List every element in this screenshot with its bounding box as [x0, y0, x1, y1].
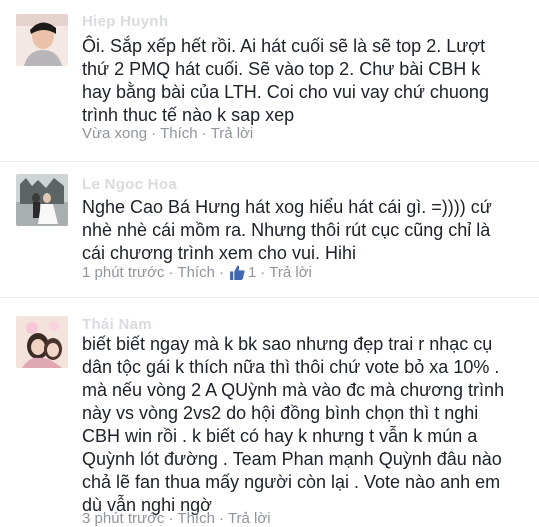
comment-timestamp[interactable]: 1 phút trước — [82, 264, 164, 281]
like-link[interactable]: Thích — [160, 125, 198, 142]
comment-actions: 1 phút trước · Thích · 1 · Trả lời — [82, 264, 312, 281]
comment-3: Thái Nam biết biết ngay mà k bk sao nhưn… — [0, 298, 539, 527]
comment-author[interactable]: Hiep Huynh — [82, 13, 168, 30]
comment-text: biết biết ngay mà k bk sao nhưng đẹp tra… — [82, 334, 505, 515]
comment-timestamp[interactable]: 3 phút trước — [82, 510, 164, 527]
comment-text: Ôi. Sắp xếp hết rồi. Ai hát cuối sẽ là s… — [82, 36, 489, 125]
comment-timestamp[interactable]: Vừa xong — [82, 125, 147, 142]
comment-2: Le Ngoc Hoa Nghe Cao Bá Hưng hát xog hiể… — [0, 162, 539, 298]
avatar[interactable] — [16, 316, 68, 368]
like-link[interactable]: Thích — [177, 264, 215, 281]
comment-author[interactable]: Le Ngoc Hoa — [82, 176, 177, 193]
reply-link[interactable]: Trả lời — [211, 125, 254, 142]
comment-actions: 3 phút trước · Thích · Trả lời — [82, 510, 271, 527]
comment-1: Hiep Huynh Ôi. Sắp xếp hết rồi. Ai hát c… — [0, 0, 539, 160]
comment-actions: Vừa xong · Thích · Trả lời — [82, 125, 254, 142]
like-link[interactable]: Thích — [177, 510, 215, 527]
avatar[interactable] — [16, 14, 68, 66]
reply-link[interactable]: Trả lời — [269, 264, 312, 281]
like-count[interactable]: 1 — [248, 264, 256, 281]
like-thumb-icon — [229, 264, 246, 281]
avatar[interactable] — [16, 174, 68, 226]
comment-text: Nghe Cao Bá Hưng hát xog hiểu hát cái gì… — [82, 197, 492, 263]
comment-author[interactable]: Thái Nam — [82, 316, 152, 333]
reply-link[interactable]: Trả lời — [228, 510, 271, 527]
